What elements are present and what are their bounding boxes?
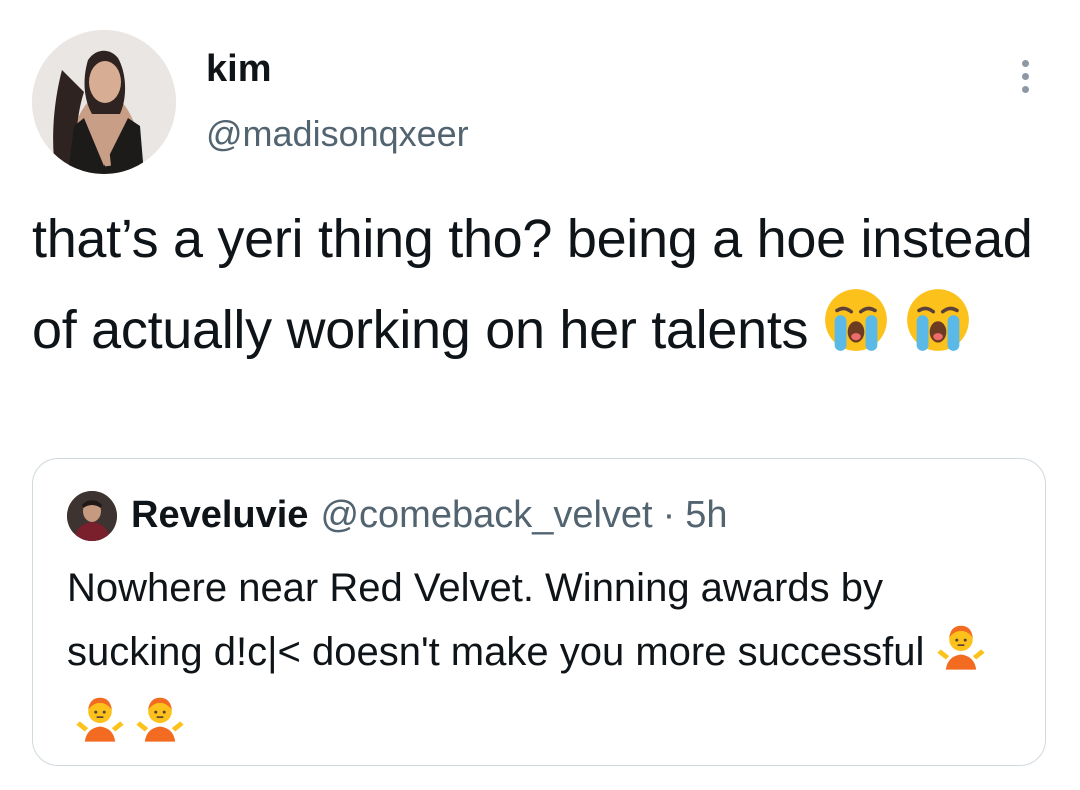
tweet-text: that’s a yeri thing tho? being a hoe ins… bbox=[32, 196, 1052, 383]
quoted-author-avatar[interactable] bbox=[67, 491, 117, 541]
quoted-author-handle[interactable]: @comeback_velvet bbox=[320, 494, 652, 537]
loudly-crying-face-icon bbox=[900, 282, 976, 383]
quoted-tweet-text-content: Nowhere near Red Velvet. Winning awards … bbox=[67, 566, 925, 674]
quoted-author-name[interactable]: Reveluvie bbox=[131, 494, 308, 537]
more-vertical-icon-dot bbox=[1021, 85, 1029, 93]
quoted-tweet-timestamp[interactable]: 5h bbox=[685, 494, 727, 537]
loudly-crying-face-icon bbox=[818, 282, 894, 383]
more-options-button[interactable] bbox=[1002, 48, 1048, 104]
quoted-author-avatar-image bbox=[67, 491, 117, 541]
quoted-tweet-header: Reveluvie @comeback_velvet · 5h bbox=[131, 489, 728, 541]
more-vertical-icon-dot bbox=[1021, 72, 1029, 80]
author-avatar[interactable] bbox=[32, 30, 176, 174]
quoted-tweet-text: Nowhere near Red Velvet. Winning awards … bbox=[67, 557, 1027, 763]
more-vertical-icon-dot bbox=[1021, 59, 1029, 67]
author-avatar-image bbox=[32, 30, 176, 174]
person-shrugging-icon bbox=[934, 619, 988, 691]
quoted-tweet-card[interactable]: Reveluvie @comeback_velvet · 5h Nowhere … bbox=[32, 458, 1046, 766]
author-handle[interactable]: @madisonqxeer bbox=[206, 110, 469, 158]
person-shrugging-icon bbox=[133, 691, 187, 763]
quoted-header-separator: · bbox=[662, 493, 676, 536]
author-name[interactable]: kim bbox=[206, 44, 271, 94]
person-shrugging-icon bbox=[73, 691, 127, 763]
